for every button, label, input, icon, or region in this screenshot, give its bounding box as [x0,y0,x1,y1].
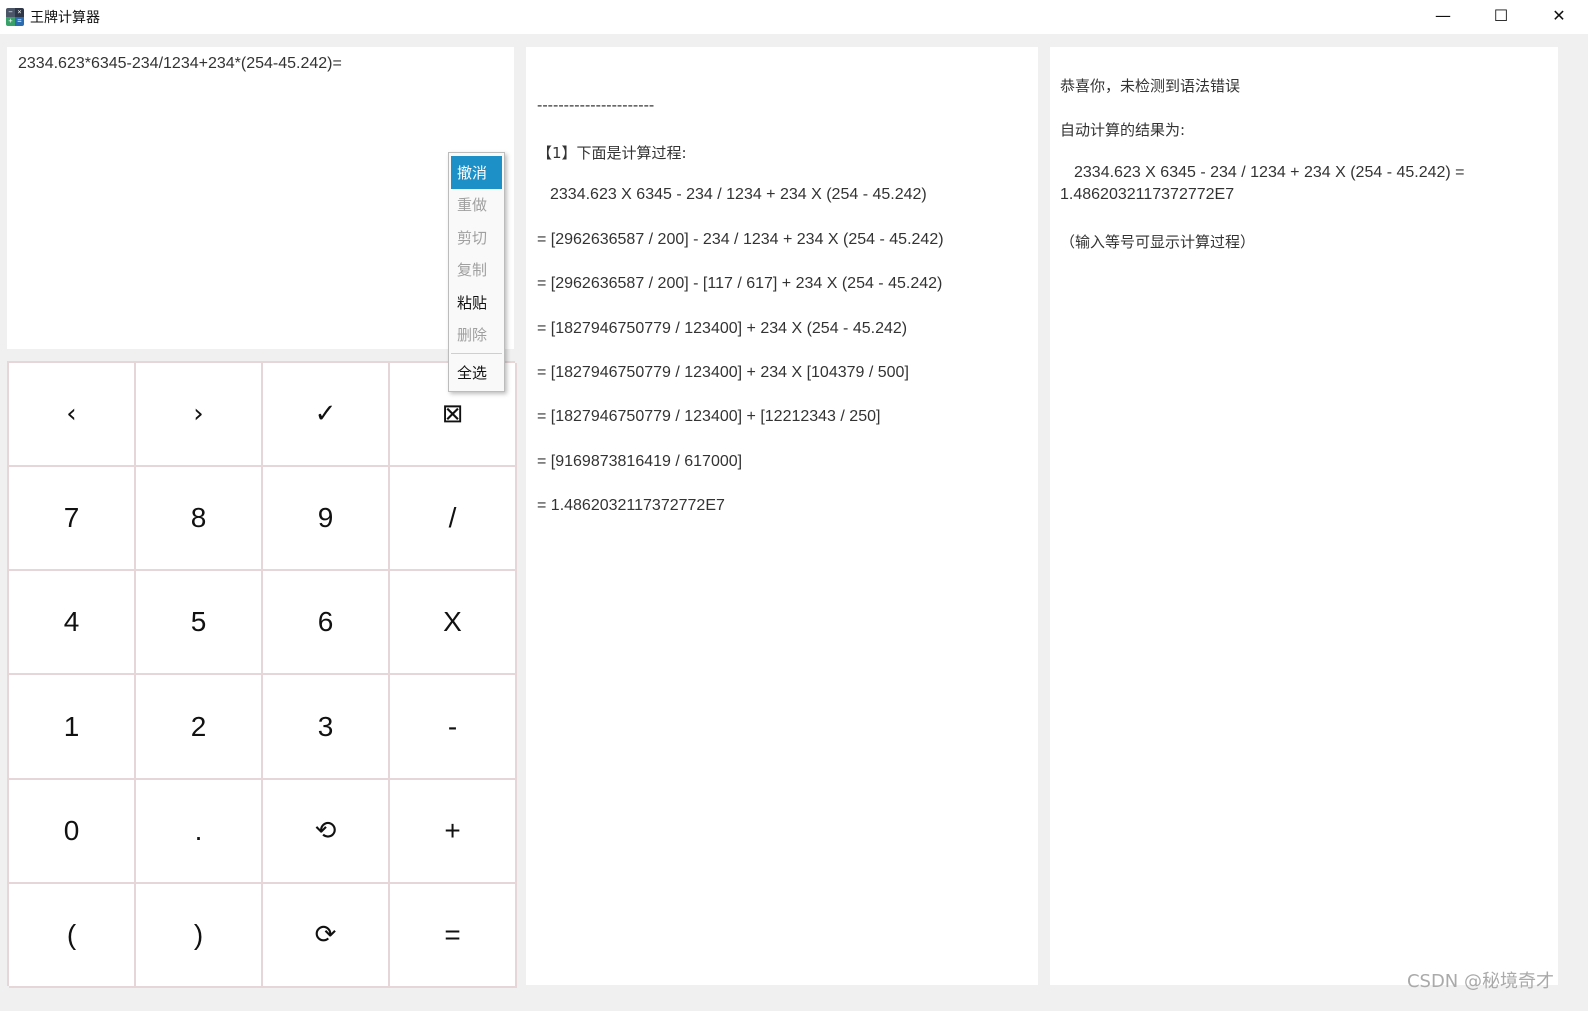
key-9[interactable]: 9 [263,467,390,572]
process-step: 2334.623 X 6345 - 234 / 1234 + 234 X (25… [550,186,927,203]
title-bar: − × + = 王牌计算器 — ☐ ✕ [0,0,1588,34]
process-step: = [2962636587 / 200] - [117 / 617] + 234… [537,275,943,292]
menu-item-delete[interactable]: 删除 [451,319,502,352]
key-close-paren[interactable]: ) [136,883,263,988]
key-decimal[interactable]: . [136,779,263,884]
watermark: CSDN @秘境奇才 [1406,971,1554,992]
menu-item-paste[interactable]: 粘贴 [451,286,502,319]
process-separator: ---------------------- [537,97,655,114]
key-6[interactable]: 6 [263,571,390,676]
key-equals[interactable]: = [390,883,517,988]
context-menu: 撤消 重做 剪切 复制 粘贴 删除 全选 [448,152,505,392]
result-label: 自动计算的结果为: [1060,121,1186,139]
key-2[interactable]: 2 [136,675,263,780]
process-step: = [1827946750779 / 123400] + 234 X (254 … [537,320,908,337]
key-left-arrow[interactable]: ‹ [9,363,136,468]
result-hint: （输入等号可显示计算过程） [1060,233,1256,251]
result-expression: 2334.623 X 6345 - 234 / 1234 + 234 X (25… [1074,164,1465,181]
minimize-icon[interactable]: — [1414,0,1472,30]
window-controls: — ☐ ✕ [1414,0,1588,34]
expression-input-area[interactable]: 2334.623*6345-234/1234+234*(254-45.242)= [7,47,514,349]
process-header: 【1】下面是计算过程: [537,144,687,162]
key-multiply[interactable]: X [390,571,517,676]
menu-separator [451,353,502,354]
menu-item-cut[interactable]: 剪切 [451,221,502,254]
menu-item-select-all[interactable]: 全选 [451,356,502,389]
window-title: 王牌计算器 [30,10,100,26]
key-4[interactable]: 4 [9,571,136,676]
syntax-status: 恭喜你，未检测到语法错误 [1060,77,1241,95]
key-8[interactable]: 8 [136,467,263,572]
keypad: ‹ › ✓ ⊠ 7 8 9 / 4 5 6 X 1 2 3 - 0 . ⟲ + … [7,361,517,988]
key-3[interactable]: 3 [263,675,390,780]
key-right-arrow[interactable]: › [136,363,263,468]
key-open-paren[interactable]: ( [9,883,136,988]
menu-item-copy[interactable]: 复制 [451,254,502,287]
key-0[interactable]: 0 [9,779,136,884]
key-undo[interactable]: ⟲ [263,779,390,884]
key-5[interactable]: 5 [136,571,263,676]
key-plus[interactable]: + [390,779,517,884]
maximize-icon[interactable]: ☐ [1472,0,1530,30]
close-icon[interactable]: ✕ [1530,0,1588,30]
result-panel: 恭喜你，未检测到语法错误 自动计算的结果为: 2334.623 X 6345 -… [1050,47,1558,985]
menu-item-redo[interactable]: 重做 [451,189,502,222]
key-7[interactable]: 7 [9,467,136,572]
key-minus[interactable]: - [390,675,517,780]
process-step: = [1827946750779 / 123400] + 234 X [1043… [537,364,909,381]
key-check[interactable]: ✓ [263,363,390,468]
key-redo[interactable]: ⟳ [263,883,390,988]
result-value: 1.4862032117372772E7 [1060,186,1235,203]
process-panel: ---------------------- 【1】下面是计算过程: 2334.… [526,47,1038,985]
calculator-app-icon: − × + = [6,8,24,26]
menu-item-undo[interactable]: 撤消 [451,156,502,189]
process-step: = [1827946750779 / 123400] + [12212343 /… [537,408,881,425]
process-step: = [2962636587 / 200] - 234 / 1234 + 234 … [537,231,944,248]
key-divide[interactable]: / [390,467,517,572]
process-step: = 1.4862032117372772E7 [537,497,725,514]
process-step: = [9169873816419 / 617000] [537,453,743,470]
key-1[interactable]: 1 [9,675,136,780]
expression-text[interactable]: 2334.623*6345-234/1234+234*(254-45.242)= [18,55,342,73]
